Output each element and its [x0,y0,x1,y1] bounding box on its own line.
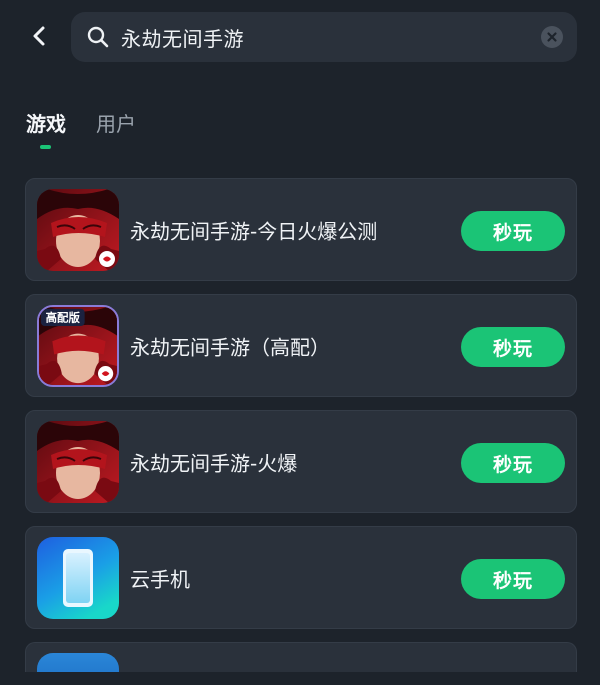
search-bar[interactable]: 永劫无间手游 [71,12,577,62]
game-icon-mask: 高配版 [37,305,119,387]
app-name: 云手机 [130,567,190,591]
clear-search-button[interactable] [541,26,563,48]
result-list: 永劫无间手游-今日火爆公测 秒玩 高配版 永劫无间手游（高配） 秒玩 永劫无间手… [25,178,577,685]
result-card[interactable] [25,642,577,672]
result-tabs: 游戏 用户 [26,108,136,149]
app-icon [37,653,119,672]
app-name: 永劫无间手游-火爆 [130,451,298,475]
search-icon [85,24,111,50]
back-button[interactable] [22,18,58,54]
tab-games-label: 游戏 [26,112,66,136]
icon-badge: 高配版 [46,311,81,325]
tab-users-label: 用户 [96,112,136,136]
chevron-left-icon [33,26,45,46]
app-name: 永劫无间手游（高配） [130,335,330,359]
search-input[interactable]: 永劫无间手游 [121,23,541,52]
instant-play-button[interactable]: 秒玩 [461,211,565,251]
close-icon [547,32,557,42]
instant-play-button[interactable]: 秒玩 [461,443,565,483]
game-icon-mask [37,421,119,503]
tab-games[interactable]: 游戏 [26,108,66,149]
search-results-page: 永劫无间手游 游戏 用户 永劫无间手游-今日火爆公测 秒玩 高配版 永劫无间手游… [0,0,600,672]
active-tab-indicator [40,145,51,149]
app-name: 永劫无间手游-今日火爆公测 [130,219,378,243]
tab-users[interactable]: 用户 [96,108,136,149]
instant-play-button[interactable]: 秒玩 [461,327,565,367]
game-icon-mask [37,189,119,271]
result-card[interactable]: 高配版 永劫无间手游（高配） 秒玩 [25,294,577,397]
result-card[interactable]: 云手机 秒玩 [25,526,577,629]
phone-icon [37,537,119,619]
result-card[interactable]: 永劫无间手游-今日火爆公测 秒玩 [25,178,577,281]
instant-play-button[interactable]: 秒玩 [461,559,565,599]
result-card[interactable]: 永劫无间手游-火爆 秒玩 [25,410,577,513]
